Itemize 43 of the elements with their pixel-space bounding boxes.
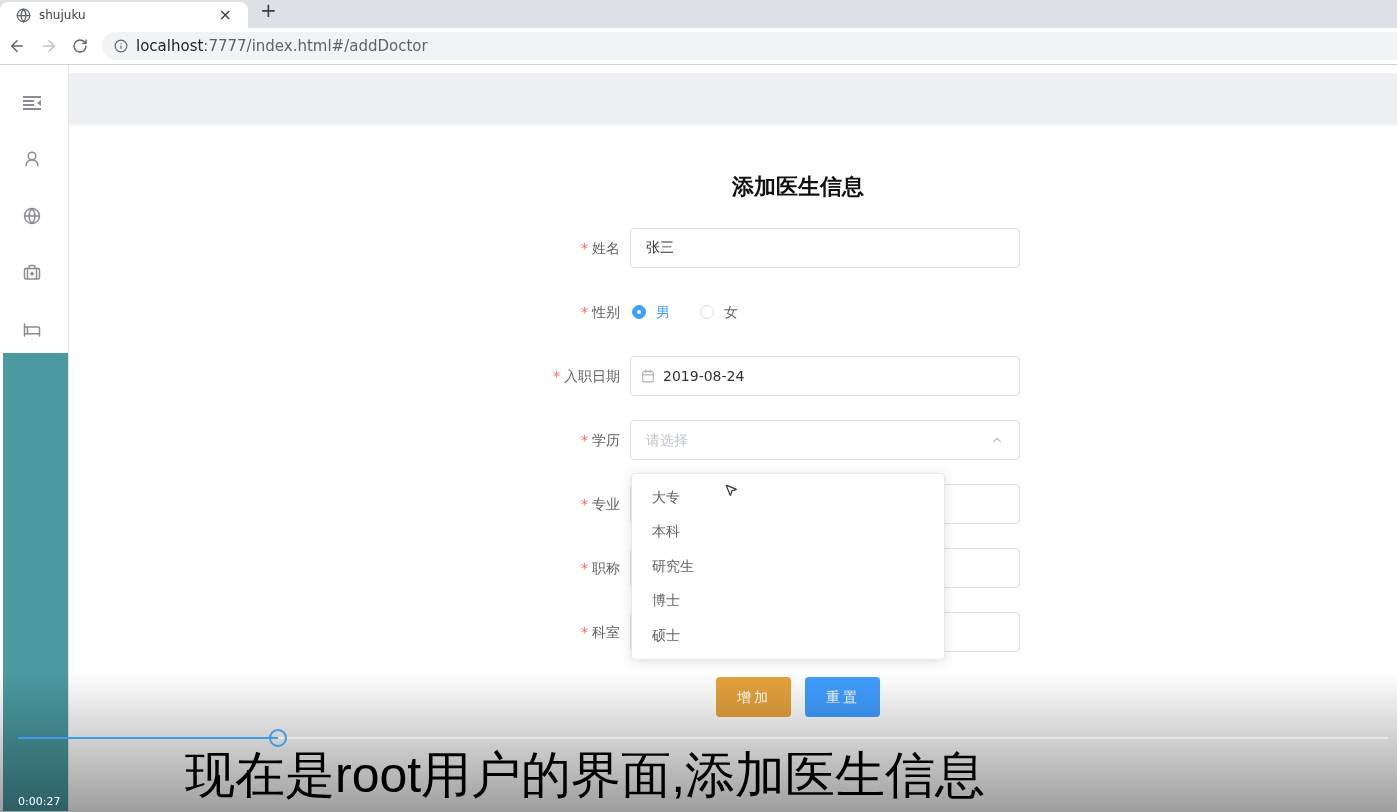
dropdown-option[interactable]: 博士 xyxy=(632,583,944,618)
new-tab-button[interactable]: + xyxy=(260,0,277,25)
date-input[interactable]: 2019-08-24 xyxy=(630,356,1020,396)
forward-icon[interactable] xyxy=(40,37,58,55)
globe-icon[interactable] xyxy=(23,207,41,225)
address-bar[interactable]: localhost:7777/index.html#/addDoctor xyxy=(102,32,1397,60)
dropdown-option[interactable]: 大专 xyxy=(632,480,944,515)
globe-icon xyxy=(16,7,31,23)
mouse-cursor-icon xyxy=(724,482,738,498)
field-label: 性别 xyxy=(592,302,620,322)
required-mark: * xyxy=(581,302,588,322)
radio-option[interactable]: 女 xyxy=(700,301,738,323)
field-label: 姓名 xyxy=(592,238,620,258)
field-label: 学历 xyxy=(592,430,620,450)
video-subtitle: 现在是root用户的界面,添加医生信息 xyxy=(185,748,986,802)
progress-handle[interactable] xyxy=(269,729,288,747)
user-icon[interactable] xyxy=(23,150,41,168)
dropdown-option[interactable]: 研究生 xyxy=(632,549,944,584)
required-mark: * xyxy=(553,366,560,386)
calendar-icon xyxy=(641,369,655,383)
info-icon xyxy=(114,39,128,53)
required-mark: * xyxy=(581,430,588,450)
required-mark: * xyxy=(581,558,588,578)
menu-fold-icon[interactable] xyxy=(22,95,42,111)
tab-title: shujuku xyxy=(39,7,87,24)
browser-tab[interactable]: shujuku × xyxy=(0,2,248,28)
field-label: 科室 xyxy=(592,622,620,642)
required-mark: * xyxy=(581,494,588,514)
required-mark: * xyxy=(581,238,588,258)
form-title: 添加医生信息 xyxy=(731,173,865,201)
video-time: 0:00:27 xyxy=(18,794,61,810)
bed-icon[interactable] xyxy=(23,321,41,339)
text-input[interactable]: 张三 xyxy=(630,228,1020,268)
medicine-box-icon[interactable] xyxy=(23,264,41,282)
close-tab-button[interactable]: × xyxy=(218,3,232,27)
field-label: 职称 xyxy=(592,558,620,578)
required-mark: * xyxy=(581,622,588,642)
dropdown-option[interactable]: 本科 xyxy=(632,514,944,549)
dropdown-option[interactable]: 硕士 xyxy=(632,618,944,653)
back-icon[interactable] xyxy=(8,37,26,55)
reload-icon[interactable] xyxy=(72,38,88,54)
field-label: 入职日期 xyxy=(564,366,620,386)
field-label: 专业 xyxy=(592,494,620,514)
